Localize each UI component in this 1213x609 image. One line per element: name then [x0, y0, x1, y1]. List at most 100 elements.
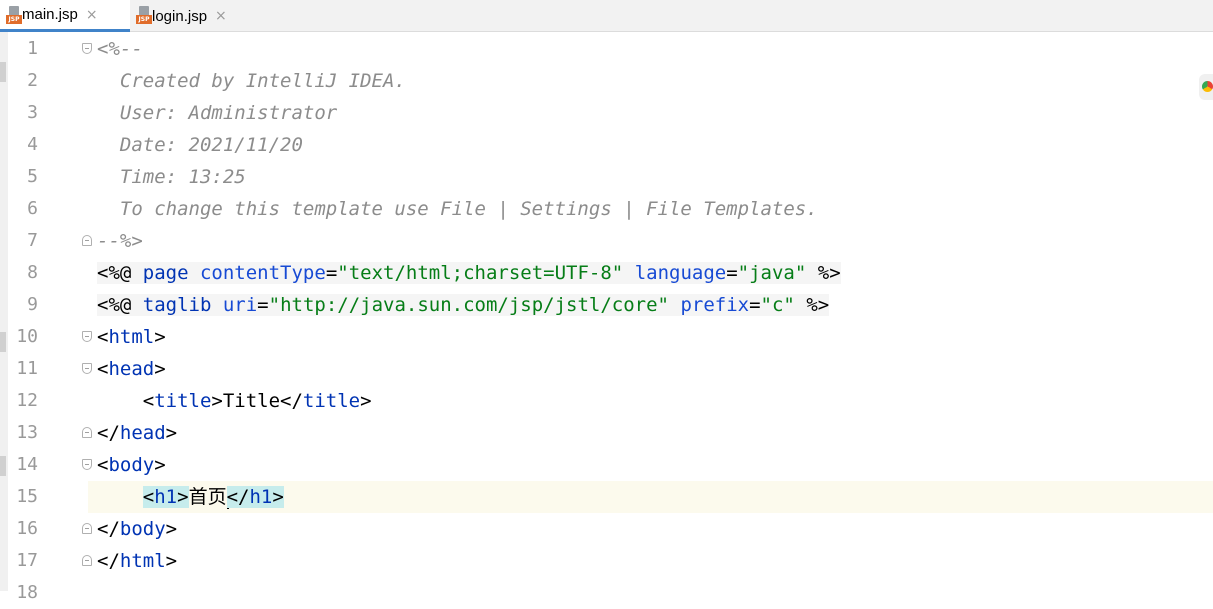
code-token: </: [97, 422, 120, 444]
code-token: title: [154, 390, 212, 412]
code-line[interactable]: 11 <head>: [0, 353, 1213, 385]
code-text: </html>: [97, 545, 177, 577]
code-token: Created by IntelliJ IDEA.: [97, 70, 406, 92]
code-token: >: [272, 486, 284, 508]
code-token: </: [97, 518, 120, 540]
code-line[interactable]: 14 <body>: [0, 449, 1213, 481]
code-text: <%@ taglib uri="http://java.sun.com/jsp/…: [97, 289, 830, 321]
code-token: >: [165, 550, 178, 572]
tab-label: login.jsp: [152, 7, 208, 25]
code-text: Time: 13:25: [97, 161, 246, 193]
code-text: <body>: [97, 449, 166, 481]
code-line[interactable]: 7 --%>: [0, 225, 1213, 257]
code-line[interactable]: 4 Date: 2021/11/20: [0, 129, 1213, 161]
code-line[interactable]: 12 <title>Title</title>: [0, 385, 1213, 417]
code-token: <%@: [97, 294, 143, 316]
code-line[interactable]: 2 Created by IntelliJ IDEA.: [0, 65, 1213, 97]
close-icon[interactable]: ×: [215, 8, 227, 24]
fold-collapse-icon[interactable]: [82, 427, 92, 438]
code-text: <%--: [97, 33, 143, 65]
line-number: 2: [27, 70, 38, 91]
code-token: >: [165, 518, 178, 540]
code-token: html: [119, 550, 166, 572]
code-text: User: Administrator: [97, 97, 337, 129]
jsp-file-icon: JSP: [6, 6, 22, 24]
tab-main-jsp[interactable]: JSP main.jsp ×: [0, 0, 130, 32]
fold-collapse-icon[interactable]: [82, 555, 92, 566]
code-token: Date: 2021/11/20: [97, 134, 303, 156]
code-token: "c": [760, 294, 795, 316]
close-icon[interactable]: ×: [86, 7, 98, 23]
code-token: Time: 13:25: [97, 166, 246, 188]
code-token: >: [360, 390, 372, 412]
fold-expand-icon[interactable]: [82, 331, 92, 342]
fold-expand-icon[interactable]: [82, 43, 92, 54]
code-token: 首页: [188, 486, 227, 508]
fold-expand-icon[interactable]: [82, 459, 92, 470]
code-line[interactable]: 8 <%@ page contentType="text/html;charset…: [0, 257, 1213, 289]
fold-expand-icon[interactable]: [82, 363, 92, 374]
code-token: %>: [806, 262, 841, 284]
line-number: 8: [27, 262, 38, 283]
code-token: </: [97, 550, 120, 572]
code-text: Created by IntelliJ IDEA.: [97, 65, 406, 97]
code-token: <: [97, 454, 109, 476]
line-number: 4: [27, 134, 38, 155]
line-number: 11: [16, 358, 38, 379]
code-line[interactable]: 17 </html>: [0, 545, 1213, 577]
line-number: 3: [27, 102, 38, 123]
code-token: User: Administrator: [97, 102, 338, 124]
code-token: To change this template use File | Setti…: [97, 198, 818, 220]
code-token: <: [97, 326, 109, 348]
inspection-indicator[interactable]: [1199, 74, 1213, 100]
line-number: 17: [16, 550, 38, 571]
tab-login-jsp[interactable]: JSP login.jsp ×: [130, 0, 260, 32]
code-token: "java": [737, 262, 807, 284]
jsp-file-icon: JSP: [136, 6, 152, 24]
code-token: "http://java.sun.com/jsp/jstl/core": [268, 294, 669, 316]
code-token: [669, 294, 681, 316]
code-token: =: [257, 294, 269, 316]
code-line[interactable]: 15 <h1>首页</h1>: [0, 481, 1213, 513]
line-number: 13: [16, 422, 38, 443]
code-line[interactable]: 5 Time: 13:25: [0, 161, 1213, 193]
browser-icon[interactable]: [1202, 81, 1213, 92]
line-number: 10: [16, 326, 38, 347]
code-token: =: [749, 294, 761, 316]
line-number: 1: [27, 38, 38, 59]
code-token: h1: [249, 486, 273, 508]
code-line[interactable]: 13 </head>: [0, 417, 1213, 449]
fold-collapse-icon[interactable]: [82, 523, 92, 534]
code-token: [623, 262, 635, 284]
code-token: <%--: [97, 38, 143, 60]
code-editor[interactable]: 1 <%-- 2 Created by IntelliJ IDEA. 3 User: …: [0, 32, 1213, 603]
code-line[interactable]: 3 User: Administrator: [0, 97, 1213, 129]
code-text: Date: 2021/11/20: [97, 129, 303, 161]
code-line[interactable]: 18: [0, 577, 1213, 609]
code-token: </: [226, 486, 250, 508]
code-token: <%@: [97, 262, 143, 284]
code-line[interactable]: 10 <html>: [0, 321, 1213, 353]
code-line[interactable]: 16 </body>: [0, 513, 1213, 545]
code-token: body: [119, 518, 166, 540]
code-token: <: [142, 486, 155, 508]
line-number: 9: [27, 294, 38, 315]
code-line[interactable]: 6 To change this template use File | Set…: [0, 193, 1213, 225]
code-line[interactable]: 9 <%@ taglib uri="http://java.sun.com/jsp…: [0, 289, 1213, 321]
code-token: page: [142, 262, 200, 284]
code-text: <h1>首页</h1>: [97, 481, 284, 513]
code-token: %>: [794, 294, 830, 316]
code-token: h1: [154, 486, 178, 508]
line-number: 5: [27, 166, 38, 187]
code-line[interactable]: 1 <%--: [0, 33, 1213, 65]
code-text: </head>: [97, 417, 177, 449]
code-text: <title>Title</title>: [97, 385, 372, 417]
code-token: --%>: [97, 230, 143, 252]
line-number: 16: [16, 518, 38, 539]
line-number: 14: [16, 454, 38, 475]
line-number: 6: [27, 198, 38, 219]
code-token: >: [154, 454, 166, 476]
code-token: title: [302, 390, 361, 412]
fold-collapse-icon[interactable]: [82, 235, 92, 246]
code-token: >: [165, 422, 178, 444]
